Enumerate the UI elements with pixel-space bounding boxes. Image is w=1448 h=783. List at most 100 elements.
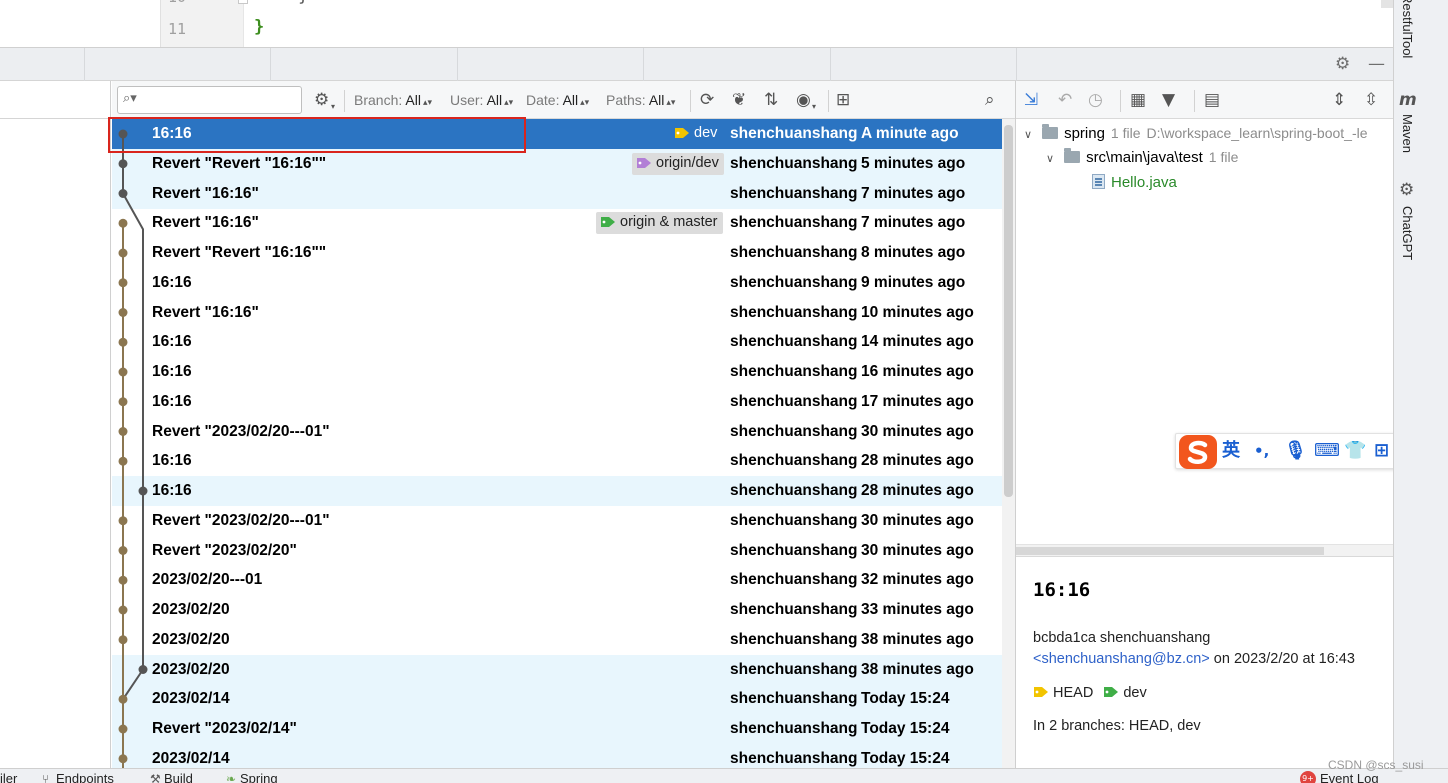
- branch-filter[interactable]: Branch: All ▴▾: [354, 92, 432, 108]
- cherry-pick-icon[interactable]: ❦: [732, 90, 746, 110]
- scrollbar-thumb[interactable]: [1004, 125, 1013, 497]
- commit-row[interactable]: 16:16 shenchuanshang 16 minutes ago: [112, 357, 1002, 387]
- hammer-icon: ⚒: [150, 772, 161, 783]
- file-count: 1 file: [1208, 149, 1239, 165]
- tree-horizontal-scrollbar[interactable]: [1016, 544, 1393, 556]
- commit-row[interactable]: 2023/02/20 shenchuanshang 38 minutes ago: [112, 625, 1002, 655]
- maven-tab[interactable]: Maven: [1400, 114, 1415, 153]
- tool-tab-profiler[interactable]: iler: [0, 771, 17, 783]
- microphone-icon[interactable]: 🎙: [1284, 441, 1307, 461]
- search-input[interactable]: [146, 90, 296, 110]
- toolbar-separator: [828, 90, 829, 112]
- commit-row[interactable]: 16:16 shenchuanshang 9 minutes ago: [112, 268, 1002, 298]
- commit-message: Revert "Revert "16:16"": [152, 154, 327, 172]
- commit-row[interactable]: Revert "2023/02/20---01" shenchuanshang 30…: [112, 506, 1002, 536]
- restfultool-tab[interactable]: RestfulTool: [1400, 0, 1415, 58]
- keyboard-icon[interactable]: ⌨: [1314, 441, 1340, 461]
- fold-marker-icon[interactable]: [238, 0, 248, 4]
- new-tab-icon[interactable]: ⊞: [836, 90, 850, 110]
- endpoints-icon: ⑂: [42, 772, 50, 783]
- language-toggle[interactable]: 英: [1222, 441, 1240, 461]
- tool-tab-event-log[interactable]: Event Log: [1320, 771, 1379, 783]
- date-filter[interactable]: Date: All ▴▾: [526, 92, 589, 108]
- punctuation-toggle[interactable]: •,: [1254, 441, 1269, 461]
- commit-row[interactable]: Revert "Revert "16:16"" origin/dev shenchu…: [112, 148, 1002, 179]
- gear-icon[interactable]: ⚙: [314, 90, 329, 110]
- commit-date: on 2023/2/20 at 16:43: [1209, 651, 1355, 667]
- commit-row[interactable]: 2023/02/14 shenchuanshang Today 15:24: [112, 684, 1002, 715]
- commit-row[interactable]: 16:16 shenchuanshang 28 minutes ago: [112, 476, 1002, 506]
- code-editor[interactable]: 10 11 } }: [0, 0, 1393, 47]
- history-icon[interactable]: ◷: [1088, 90, 1103, 110]
- filter-value: All: [405, 92, 421, 108]
- maven-icon[interactable]: m: [1399, 90, 1417, 110]
- ime-toolbar[interactable]: 英 •, 🎙 ⌨ 👕 ⊞: [1175, 433, 1397, 469]
- filter-icon[interactable]: ▼: [1162, 90, 1175, 110]
- branch-label: dev: [670, 123, 722, 145]
- commit-author: shenchuanshang: [730, 482, 858, 499]
- commit-row[interactable]: 16:16 shenchuanshang 14 minutes ago: [112, 327, 1002, 357]
- compare-icon[interactable]: ⇲: [1024, 90, 1038, 110]
- commit-row[interactable]: Revert "Revert "16:16"" shenchuanshang 8 m…: [112, 238, 1002, 268]
- sogou-logo-icon[interactable]: [1178, 434, 1218, 470]
- layout-icon[interactable]: ▤: [1204, 90, 1220, 110]
- code-line[interactable]: }: [254, 17, 264, 37]
- search-field[interactable]: ⌕▾: [117, 86, 302, 114]
- tool-tab-endpoints[interactable]: ⑂ Endpoints: [42, 771, 114, 783]
- commit-row[interactable]: 2023/02/20 shenchuanshang 38 minutes ago: [112, 654, 1002, 685]
- undo-icon[interactable]: ↶: [1058, 90, 1072, 110]
- commit-row[interactable]: 16:16 shenchuanshang 17 minutes ago: [112, 387, 1002, 417]
- log-scrollbar[interactable]: [1002, 119, 1015, 768]
- search-icon[interactable]: ⌕: [985, 90, 995, 110]
- commit-row[interactable]: Revert "2023/02/20" shenchuanshang 30 minu…: [112, 536, 1002, 566]
- tree-folder-node[interactable]: ∨ src\main\java\test 1 file: [1046, 148, 1239, 166]
- sort-arrows-icon: ▴▾: [580, 97, 590, 107]
- editor-scrollbar[interactable]: [1381, 0, 1393, 8]
- chatgpt-icon[interactable]: ⚙: [1399, 180, 1414, 200]
- commit-date: 28 minutes ago: [861, 452, 974, 470]
- chatgpt-tab[interactable]: ChatGPT: [1400, 206, 1415, 260]
- commit-row[interactable]: Revert "2023/02/14" shenchuanshang Today 1…: [112, 714, 1002, 744]
- commit-list[interactable]: 16:16 dev shenchuanshang A minute ago Revert…: [112, 119, 1002, 768]
- tool-tab-build[interactable]: ⚒ Build: [150, 771, 193, 783]
- chevron-down-icon: ▾: [812, 102, 817, 111]
- tool-tab-spring[interactable]: ❧ Spring: [226, 771, 278, 783]
- ref-label: dev: [1123, 685, 1147, 701]
- scrollbar-thumb[interactable]: [1016, 547, 1324, 555]
- user-filter[interactable]: User: All ▴▾: [450, 92, 513, 108]
- expand-all-icon[interactable]: ⇕: [1332, 90, 1346, 110]
- commit-row[interactable]: Revert "16:16" shenchuanshang 7 minutes ag…: [112, 178, 1002, 209]
- commit-row[interactable]: Revert "16:16" origin & master shenchuansh…: [112, 208, 1002, 238]
- commit-row[interactable]: Revert "16:16" shenchuanshang 10 minutes a…: [112, 298, 1002, 328]
- commit-author: shenchuanshang: [730, 363, 858, 380]
- eye-icon[interactable]: ◉: [796, 90, 811, 110]
- commit-row[interactable]: 2023/02/20---01 shenchuanshang 32 minutes …: [112, 565, 1002, 595]
- shirt-icon[interactable]: 👕: [1344, 441, 1366, 461]
- collapse-expand-icon[interactable]: ⇅: [764, 90, 778, 110]
- paths-filter[interactable]: Paths: All ▴▾: [606, 92, 675, 108]
- collapse-all-icon[interactable]: ⇳: [1364, 90, 1378, 110]
- commit-author: shenchuanshang: [730, 541, 858, 559]
- branch-containment: In 2 branches: HEAD, dev: [1033, 718, 1201, 734]
- commit-row[interactable]: 16:16 dev shenchuanshang A minute ago: [112, 119, 1002, 149]
- grid-icon[interactable]: ⊞: [1374, 441, 1389, 461]
- tree-root-node[interactable]: ∨ spring 1 file D:\workspace_learn\spring-b…: [1024, 124, 1368, 142]
- gear-icon[interactable]: ⚙: [1335, 54, 1350, 74]
- commit-row[interactable]: Revert "2023/02/20---01" shenchuanshang 30…: [112, 417, 1002, 447]
- author-email-link[interactable]: <shenchuanshang@bz.cn>: [1033, 651, 1210, 667]
- code-line[interactable]: }: [298, 0, 308, 6]
- commit-row[interactable]: 16:16 shenchuanshang 28 minutes ago: [112, 446, 1002, 476]
- refresh-icon[interactable]: ⟳: [700, 90, 714, 110]
- toolbar-separator: [344, 90, 345, 112]
- commit-row[interactable]: 2023/02/14 shenchuanshang Today 15:24: [112, 743, 1002, 768]
- commit-author: shenchuanshang: [730, 273, 858, 291]
- minimize-icon[interactable]: —: [1368, 54, 1385, 74]
- commit-message: Revert "2023/02/20": [152, 541, 297, 559]
- filter-label: Branch:: [354, 92, 403, 108]
- tree-file-node[interactable]: Hello.java: [1092, 174, 1177, 191]
- commit-date: Today 15:24: [861, 720, 950, 737]
- commit-row[interactable]: 2023/02/20 shenchuanshang 33 minutes ago: [112, 595, 1002, 625]
- toolbar-separator: [1194, 90, 1195, 112]
- group-by-icon[interactable]: ▦: [1130, 90, 1146, 110]
- commit-author: shenchuanshang: [730, 333, 858, 351]
